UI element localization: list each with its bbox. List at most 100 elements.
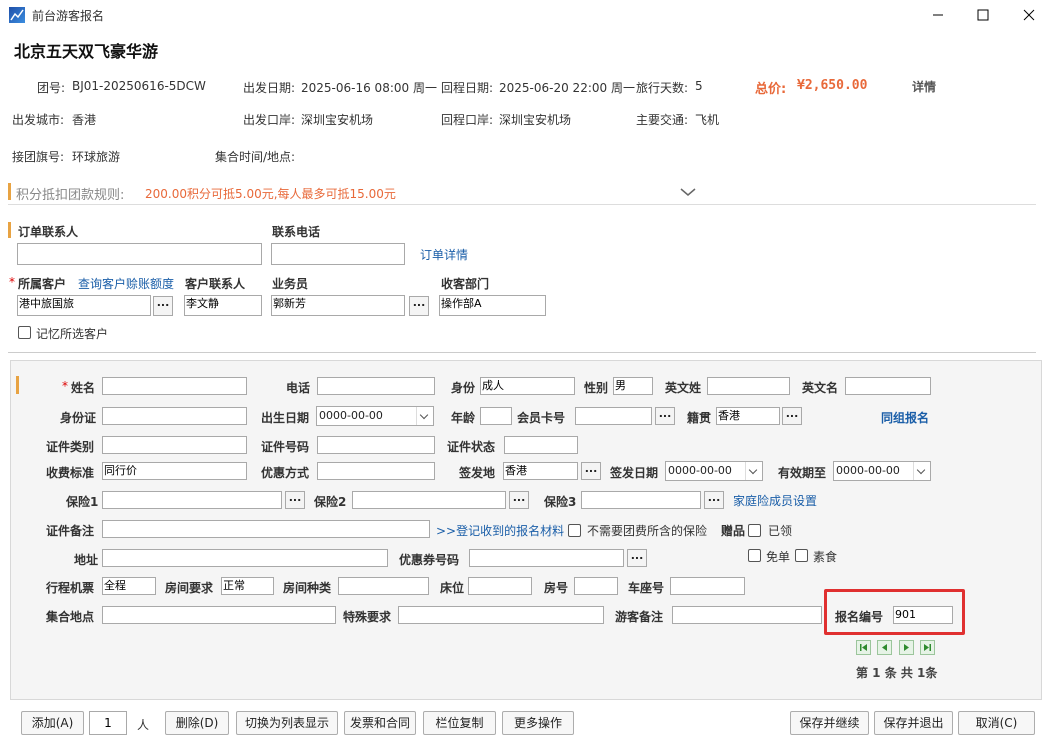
gender-input[interactable]: 男 — [613, 377, 653, 395]
minimize-icon[interactable] — [925, 7, 951, 23]
return-port-label: 回程口岸: — [441, 113, 494, 127]
maximize-icon[interactable] — [971, 7, 995, 23]
add-button[interactable]: 添加(A) — [21, 711, 84, 735]
meet-place-input[interactable] — [102, 606, 336, 624]
room-no-input[interactable] — [574, 577, 618, 595]
coupon-picker-button[interactable]: ... — [627, 549, 647, 567]
remember-customer-checkbox[interactable] — [18, 326, 31, 339]
no-insurance-label: 不需要团费所含的保险 — [587, 524, 708, 538]
salesman-input[interactable]: 郭新芳 — [271, 295, 405, 316]
gift-label: 赠品 — [721, 524, 746, 538]
invoice-contract-button[interactable]: 发票和合同 — [344, 711, 416, 735]
coupon-input[interactable] — [469, 549, 624, 567]
last-page-button[interactable] — [920, 640, 935, 655]
salesman-label: 业务员 — [272, 277, 309, 291]
discount-input[interactable] — [317, 462, 435, 480]
address-input[interactable] — [102, 549, 388, 567]
save-continue-button[interactable]: 保存并继续 — [790, 711, 869, 735]
guest-remark-input[interactable] — [672, 606, 822, 624]
room-req-input[interactable]: 正常 — [221, 577, 274, 595]
order-detail-link[interactable]: 订单详情 — [420, 246, 468, 263]
member-picker-button[interactable]: ... — [655, 407, 675, 425]
seat-input[interactable] — [670, 577, 745, 595]
bed-input[interactable] — [468, 577, 532, 595]
ins1-input[interactable] — [102, 491, 282, 509]
total-price: ¥2,650.00 — [797, 78, 868, 93]
identity-input[interactable]: 成人 — [480, 377, 575, 395]
first-page-button[interactable] — [856, 640, 871, 655]
name-input[interactable] — [102, 377, 247, 395]
doc-no-input[interactable] — [317, 436, 435, 454]
return-date-label: 回程日期: — [441, 81, 494, 95]
en-name-input[interactable] — [845, 377, 931, 395]
ticket-input[interactable]: 全程 — [102, 577, 156, 595]
discount-label: 优惠方式 — [261, 466, 310, 480]
return-date: 2025-06-20 22:00 周一 — [499, 81, 635, 95]
close-icon[interactable] — [1017, 7, 1041, 23]
reg-no-input[interactable]: 901 — [893, 606, 953, 624]
phone-input[interactable] — [317, 377, 435, 395]
expiry-label: 有效期至 — [778, 466, 827, 480]
ins1-picker-button[interactable]: ... — [285, 491, 305, 509]
family-ins-link[interactable]: 家庭险成员设置 — [733, 492, 817, 509]
doc-remark-input[interactable] — [102, 520, 430, 538]
depart-date: 2025-06-16 08:00 周一 — [301, 81, 437, 95]
doc-status-input[interactable] — [504, 436, 578, 454]
cancel-button[interactable]: 取消(C) — [958, 711, 1035, 735]
switch-list-button[interactable]: 切换为列表显示 — [236, 711, 338, 735]
prev-page-button[interactable] — [877, 640, 892, 655]
room-type-input[interactable] — [338, 577, 429, 595]
customer-picker-button[interactable]: ... — [153, 296, 173, 316]
vegetarian-checkbox[interactable] — [795, 549, 808, 562]
more-actions-button[interactable]: 更多操作 — [502, 711, 574, 735]
doc-type-input[interactable] — [102, 436, 247, 454]
en-surname-input[interactable] — [707, 377, 790, 395]
customer-contact-input[interactable]: 李文静 — [184, 295, 262, 316]
member-label: 会员卡号 — [517, 411, 566, 425]
meeting-label: 集合时间/地点: — [215, 150, 296, 164]
ins3-picker-button[interactable]: ... — [704, 491, 724, 509]
remember-customer-label: 记忆所选客户 — [36, 327, 109, 341]
ins3-input[interactable] — [581, 491, 701, 509]
birth-date-select[interactable]: 0000-00-00 — [316, 406, 434, 426]
phone-label: 电话 — [286, 381, 311, 395]
fee-input[interactable]: 同行价 — [102, 462, 247, 480]
coupon-label: 优惠券号码 — [399, 553, 460, 567]
credit-link[interactable]: 查询客户赊账额度 — [78, 275, 174, 292]
member-input[interactable] — [575, 407, 652, 425]
issue-place-input[interactable]: 香港 — [503, 462, 578, 480]
order-phone-input[interactable] — [271, 243, 405, 265]
free-checkbox[interactable] — [748, 549, 761, 562]
native-input[interactable]: 香港 — [716, 407, 780, 425]
chevron-down-icon[interactable] — [678, 183, 698, 199]
copy-fields-button[interactable]: 栏位复制 — [423, 711, 496, 735]
group-signup-link[interactable]: 同组报名 — [881, 409, 929, 426]
idcard-input[interactable] — [102, 407, 247, 425]
meet-place-label: 集合地点 — [46, 610, 95, 624]
customer-label: 所属客户 — [18, 277, 67, 291]
delete-button[interactable]: 删除(D) — [165, 711, 229, 735]
next-page-button[interactable] — [899, 640, 914, 655]
no-insurance-checkbox[interactable] — [568, 524, 581, 537]
materials-link[interactable]: >>登记收到的报名材料 — [436, 522, 564, 539]
expiry-date-select[interactable]: 0000-00-00 — [833, 461, 931, 481]
age-label: 年龄 — [451, 411, 476, 425]
free-label: 免单 — [766, 550, 791, 564]
detail-link[interactable]: 详情 — [912, 78, 936, 95]
special-input[interactable] — [398, 606, 604, 624]
order-contact-input[interactable] — [17, 243, 262, 265]
save-exit-button[interactable]: 保存并退出 — [874, 711, 953, 735]
issue-place-picker-button[interactable]: ... — [581, 462, 601, 480]
customer-input[interactable]: 港中旅国旅 — [17, 295, 151, 316]
customer-contact-label: 客户联系人 — [185, 277, 246, 291]
gift-received-checkbox[interactable] — [748, 524, 761, 537]
points-rule-bar[interactable]: 积分抵扣团款规则: 200.00积分可抵5.00元,每人最多可抵15.00元 — [8, 180, 1036, 205]
issue-date-select[interactable]: 0000-00-00 — [665, 461, 763, 481]
ins2-picker-button[interactable]: ... — [509, 491, 529, 509]
dept-input[interactable]: 操作部A — [439, 295, 546, 316]
native-picker-button[interactable]: ... — [782, 407, 802, 425]
age-input[interactable] — [480, 407, 512, 425]
salesman-picker-button[interactable]: ... — [409, 296, 429, 316]
add-count-input[interactable]: 1 — [89, 711, 127, 735]
ins2-input[interactable] — [352, 491, 506, 509]
